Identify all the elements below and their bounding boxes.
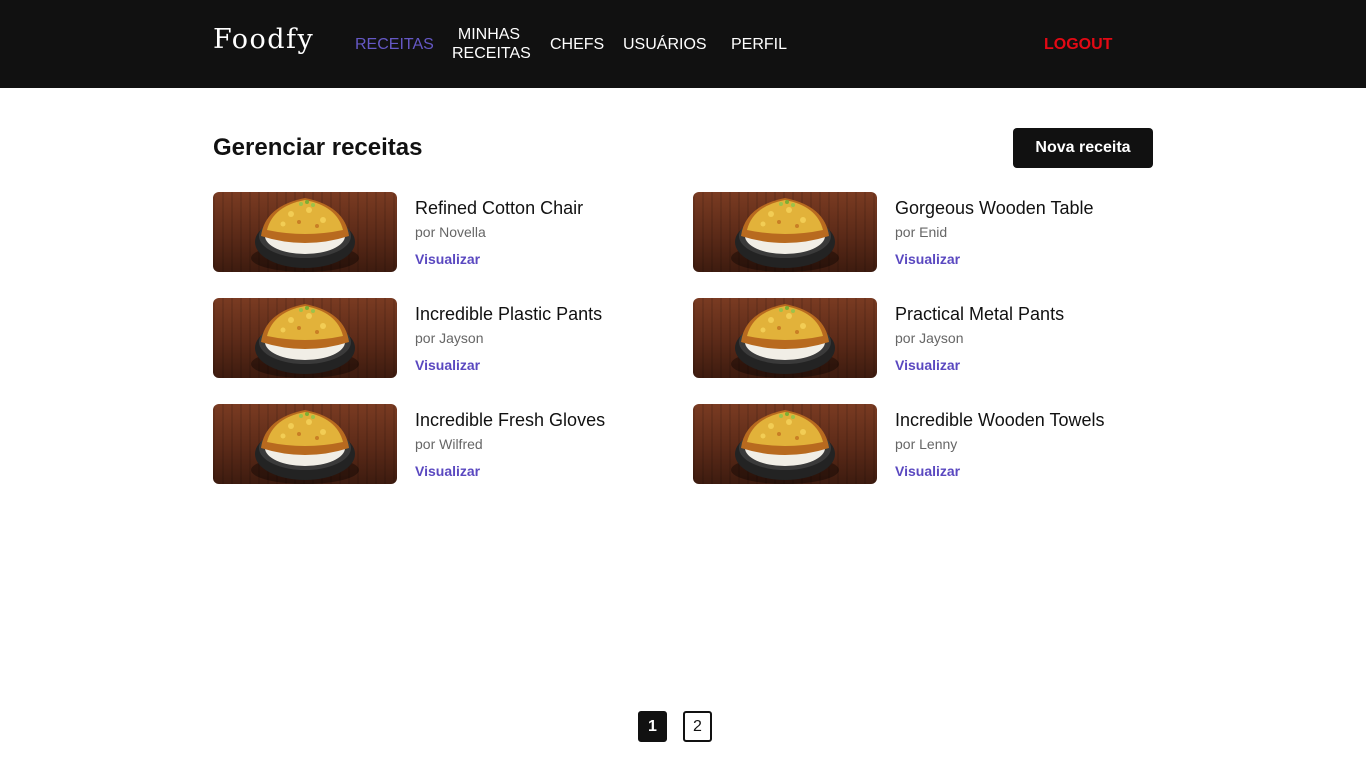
recipe-image[interactable] <box>213 298 397 378</box>
nav-minhas-receitas-line2: RECEITAS <box>452 45 531 62</box>
recipe-image[interactable] <box>693 298 877 378</box>
recipe-title: Gorgeous Wooden Table <box>895 198 1094 218</box>
top-navbar: Foodfy RECEITAS MINHAS RECEITAS CHEFS US… <box>0 0 1366 88</box>
recipe-author: por Wilfred <box>415 436 483 452</box>
recipe-author: por Jayson <box>415 330 484 346</box>
logout-button[interactable]: LOGOUT <box>1044 35 1112 54</box>
recipe-title: Refined Cotton Chair <box>415 198 584 218</box>
page-title: Gerenciar receitas <box>213 134 423 161</box>
recipe-card: Incredible Plastic Pants por Jayson Visu… <box>213 298 653 378</box>
recipe-card: Practical Metal Pants por Jayson Visuali… <box>693 298 1133 378</box>
view-recipe-link[interactable]: Visualizar <box>415 357 480 373</box>
nav-minhas-receitas[interactable]: MINHAS RECEITAS <box>452 25 531 63</box>
view-recipe-link[interactable]: Visualizar <box>415 463 480 479</box>
recipe-card: Incredible Fresh Gloves por Wilfred Visu… <box>213 404 653 484</box>
nav-receitas[interactable]: RECEITAS <box>355 35 434 54</box>
nav-chefs[interactable]: CHEFS <box>550 35 604 54</box>
recipe-image[interactable] <box>213 192 397 272</box>
recipe-card: Gorgeous Wooden Table por Enid Visualiza… <box>693 192 1133 272</box>
recipe-card: Incredible Wooden Towels por Lenny Visua… <box>693 404 1133 484</box>
view-recipe-link[interactable]: Visualizar <box>895 463 960 479</box>
nav-minhas-receitas-line1: MINHAS <box>457 26 521 43</box>
foodfy-logo[interactable]: Foodfy <box>213 24 314 55</box>
page-1-button[interactable]: 1 <box>638 711 667 742</box>
new-recipe-button[interactable]: Nova receita <box>1013 128 1153 168</box>
recipe-image[interactable] <box>693 404 877 484</box>
nav-usuarios[interactable]: USUÁRIOS <box>623 35 707 54</box>
recipe-author: por Novella <box>415 224 486 240</box>
recipe-title: Incredible Fresh Gloves <box>415 410 606 430</box>
recipe-title: Practical Metal Pants <box>895 304 1065 324</box>
recipe-image[interactable] <box>693 192 877 272</box>
nav-perfil[interactable]: PERFIL <box>731 35 787 54</box>
recipe-image[interactable] <box>213 404 397 484</box>
page-2-button[interactable]: 2 <box>683 711 712 742</box>
recipe-card: Refined Cotton Chair por Novella Visuali… <box>213 192 653 272</box>
recipe-author: por Jayson <box>895 330 964 346</box>
recipe-title: Incredible Plastic Pants <box>415 304 603 324</box>
recipe-author: por Enid <box>895 224 948 240</box>
view-recipe-link[interactable]: Visualizar <box>895 251 960 267</box>
view-recipe-link[interactable]: Visualizar <box>415 251 480 267</box>
view-recipe-link[interactable]: Visualizar <box>895 357 960 373</box>
recipe-author: por Lenny <box>895 436 958 452</box>
recipe-title: Incredible Wooden Towels <box>895 410 1105 430</box>
